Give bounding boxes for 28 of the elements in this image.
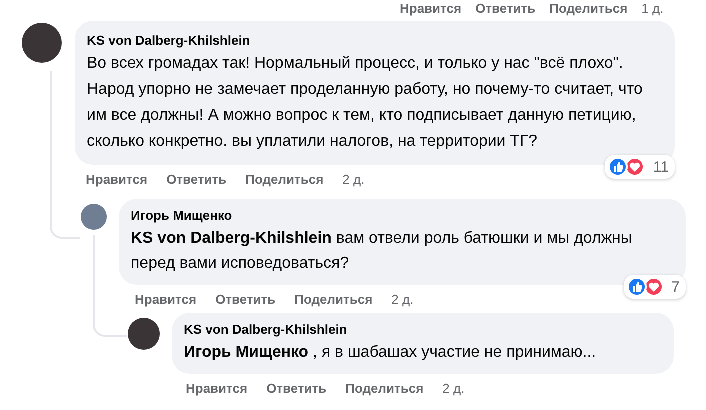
comment-author[interactable]: KS von Dalberg-Khilshlein <box>184 322 662 337</box>
comment-time[interactable]: 2 д. <box>392 292 414 307</box>
comment-author[interactable]: KS von Dalberg-Khilshlein <box>87 33 663 48</box>
reaction-count: 7 <box>672 278 680 296</box>
reaction-count: 11 <box>653 158 669 176</box>
comment-action-link[interactable]: Ответить <box>266 381 327 396</box>
comment-action-link[interactable]: Поделиться <box>346 381 424 396</box>
comment-action-link[interactable]: Нравится <box>400 1 462 16</box>
comment-action-link[interactable]: Нравится <box>86 172 148 187</box>
comment-time[interactable]: 2 д. <box>342 172 365 187</box>
comment-action-link[interactable]: Ответить <box>166 172 227 187</box>
avatar[interactable] <box>22 23 62 63</box>
comment-action-link[interactable]: Поделиться <box>550 1 628 16</box>
comment-action-link[interactable]: Ответить <box>216 292 276 307</box>
comment-text: KS von Dalberg-Khilshlein вам отвели роль батюшки и мы должны перед вами исповедоваться? <box>131 229 634 274</box>
reaction-summary[interactable]: 7 <box>624 275 686 299</box>
comment-text: Во всех громадах так! Нормальный процесс, и только у нас "всё плохо". Народ упорно не замечает проделанную работу, но почему-то считает, что им все должны! А можно вопрос к тем, кто подписывает данную петицию, сколько конкретно. вы уплатили налогов, на территории ТГ? <box>87 54 644 152</box>
comment-action-link[interactable]: Поделиться <box>246 172 324 187</box>
comment-time[interactable]: 1 д. <box>642 1 664 16</box>
comment-author[interactable]: Игорь Мищенко <box>131 208 674 223</box>
comment-time[interactable]: 2 д. <box>442 381 465 396</box>
comment-action-link[interactable]: Нравится <box>135 292 197 307</box>
comment-action-link[interactable]: Нравится <box>186 381 248 396</box>
reaction-summary[interactable]: 11 <box>605 155 675 179</box>
comment-text: Игорь Мищенко , я в шабашах участие не принимаю... <box>184 343 598 363</box>
comment-action-link[interactable]: Поделиться <box>294 292 373 307</box>
comment-action-link[interactable]: Ответить <box>476 1 536 16</box>
avatar[interactable] <box>128 318 160 350</box>
